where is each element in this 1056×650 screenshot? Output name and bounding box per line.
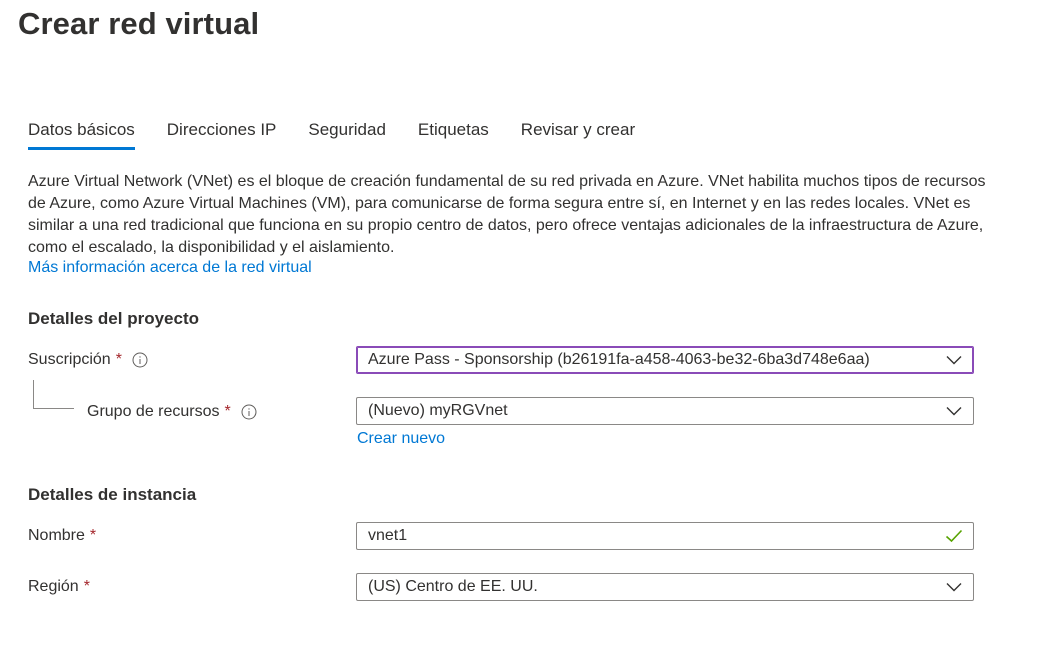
chevron-down-icon (945, 578, 963, 596)
tab-tags[interactable]: Etiquetas (418, 116, 489, 150)
resource-group-value: (Nuevo) myRGVnet (368, 402, 508, 419)
name-label: Nombre * (28, 527, 96, 545)
tab-bar: Datos básicos Direcciones IP Seguridad E… (28, 116, 667, 150)
name-label-text: Nombre (28, 527, 85, 544)
create-vnet-page: Crear red virtual Datos básicos Direccio… (0, 0, 1056, 650)
subscription-label: Suscripción * (28, 351, 148, 369)
tab-security[interactable]: Seguridad (308, 116, 386, 150)
info-icon[interactable] (241, 404, 257, 420)
learn-more-link[interactable]: Más información acerca de la red virtual (28, 259, 312, 277)
tree-connector (33, 380, 74, 409)
region-label-text: Región (28, 578, 79, 595)
subscription-value: Azure Pass - Sponsorship (b26191fa-a458-… (368, 351, 870, 368)
subscription-label-text: Suscripción (28, 351, 111, 368)
tab-review-create[interactable]: Revisar y crear (521, 116, 635, 150)
resource-group-label: Grupo de recursos * (87, 403, 257, 421)
name-input[interactable]: vnet1 (356, 522, 974, 550)
subscription-dropdown[interactable]: Azure Pass - Sponsorship (b26191fa-a458-… (356, 346, 974, 374)
region-value: (US) Centro de EE. UU. (368, 578, 538, 595)
vnet-description: Azure Virtual Network (VNet) es el bloqu… (28, 173, 986, 256)
project-details-heading: Detalles del proyecto (28, 309, 200, 328)
required-asterisk: * (115, 351, 122, 368)
region-label: Región * (28, 578, 90, 596)
name-value: vnet1 (368, 527, 408, 544)
required-asterisk: * (83, 578, 90, 595)
resource-group-label-text: Grupo de recursos (87, 403, 220, 420)
required-asterisk: * (89, 527, 97, 544)
create-new-resource-group-link[interactable]: Crear nuevo (357, 430, 445, 448)
page-title: Crear red virtual (18, 6, 260, 41)
info-icon[interactable] (132, 352, 148, 368)
required-asterisk: * (224, 403, 231, 420)
resource-group-dropdown[interactable]: (Nuevo) myRGVnet (356, 397, 974, 425)
tab-basics[interactable]: Datos básicos (28, 116, 135, 150)
tab-ip-addresses[interactable]: Direcciones IP (167, 116, 277, 150)
region-dropdown[interactable]: (US) Centro de EE. UU. (356, 573, 974, 601)
checkmark-icon (945, 527, 963, 545)
chevron-down-icon (945, 402, 963, 420)
chevron-down-icon (945, 351, 963, 369)
instance-details-heading: Detalles de instancia (28, 485, 197, 504)
